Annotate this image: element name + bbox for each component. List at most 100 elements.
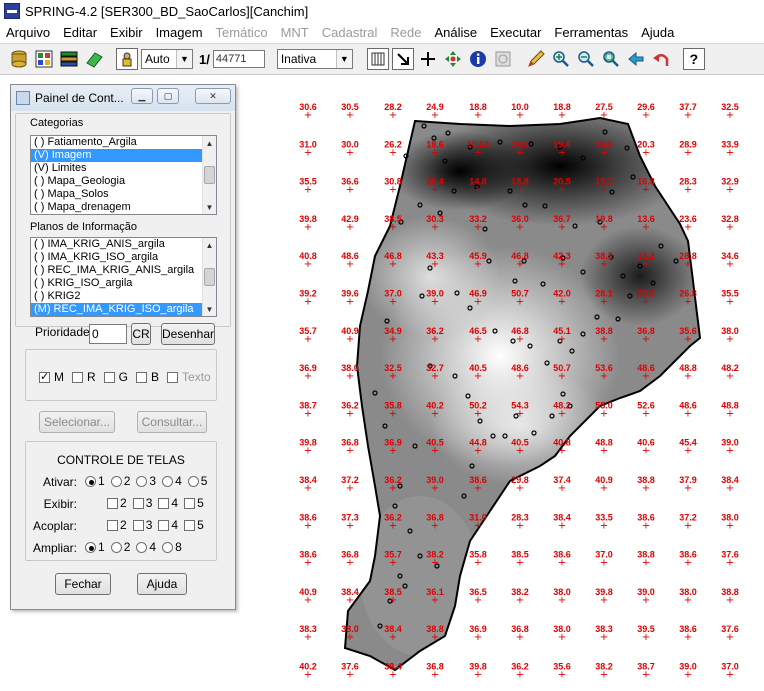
activate-option[interactable]: 5 [187,474,207,488]
checkbox[interactable] [132,497,144,509]
couple-option[interactable]: 4 [158,518,178,532]
undo-icon[interactable] [650,48,672,70]
cross-icon[interactable] [417,48,439,70]
category-item[interactable]: (V) Imagem [31,149,216,162]
checkbox[interactable] [184,497,196,509]
enlarge-option[interactable]: 2 [110,540,130,554]
channel-b-option[interactable]: B [136,370,159,384]
planes-scrollbar[interactable]: ▲ ▼ [202,238,216,316]
menu-executar[interactable]: Executar [484,25,548,40]
query-icon[interactable] [492,48,514,70]
checkbox[interactable] [107,497,118,509]
couple-option[interactable]: 2 [107,518,127,532]
radio-button[interactable] [110,541,122,553]
menu-imagem[interactable]: Imagem [150,25,210,40]
scroll-thumb[interactable] [204,268,215,286]
menu-arquivo[interactable]: Arquivo [0,25,57,40]
pan-icon[interactable] [442,48,464,70]
menu-editar[interactable]: Editar [57,25,104,40]
checkbox[interactable] [72,371,83,383]
priority-input[interactable]: 0 [89,324,127,344]
menu-cadastral[interactable]: Cadastral [316,25,385,40]
display-option[interactable]: 2 [107,496,127,510]
menu-an-lise[interactable]: Análise [428,25,484,40]
minimize-button[interactable]: ▁ [131,88,153,104]
display-option[interactable]: 5 [184,496,204,510]
back-icon[interactable] [625,48,647,70]
radio-button[interactable] [162,475,174,487]
scroll-thumb[interactable] [204,166,215,184]
enlarge-option[interactable]: 4 [136,540,156,554]
pencil-icon[interactable] [525,48,547,70]
grid-icon[interactable] [33,48,55,70]
display-option[interactable]: 3 [132,496,152,510]
activate-option[interactable]: 4 [162,474,182,488]
menu-ajuda[interactable]: Ajuda [635,25,681,40]
menu-mnt[interactable]: MNT [275,25,316,40]
activate-option[interactable]: 1 [85,474,105,488]
close-panel-button[interactable]: Fechar [55,573,111,595]
close-button[interactable]: ✕ [195,88,231,104]
radio-button[interactable] [110,475,122,487]
menu-exibir[interactable]: Exibir [104,25,150,40]
activate-option[interactable]: 3 [136,474,156,488]
menu-rede[interactable]: Rede [384,25,428,40]
planes-list[interactable]: ( ) IMA_KRIG_ANIS_argila( ) IMA_KRIG_ISO… [30,237,217,317]
activate-option[interactable]: 2 [110,474,130,488]
category-item[interactable]: ( ) Mapa_Geologia [31,175,216,188]
scale-field[interactable]: 44771 [212,50,265,68]
categories-list[interactable]: ( ) Fatiamento_Argila (V) Imagem (V) Limit… [30,135,217,215]
zoom-out-icon[interactable] [575,48,597,70]
couple-option[interactable]: 3 [132,518,152,532]
enlarge-option[interactable]: 1 [85,540,105,554]
enlarge-option[interactable]: 8 [162,540,182,554]
query-button[interactable]: Consultar... [137,411,207,433]
categories-scrollbar[interactable]: ▲ ▼ [202,136,216,214]
zoom-in-icon[interactable] [550,48,572,70]
checkbox[interactable] [39,370,50,383]
eraser-icon[interactable] [83,48,105,70]
draw-button[interactable]: Desenhar [161,323,215,345]
channel-texto-option[interactable]: Texto [167,370,211,384]
channel-r-option[interactable]: R [72,370,96,384]
checkbox[interactable] [132,519,144,531]
cr-button[interactable]: CR [131,323,151,345]
couple-option[interactable]: 5 [184,518,204,532]
menu-ferramentas[interactable]: Ferramentas [548,25,635,40]
select-button[interactable]: Selecionar... [39,411,115,433]
channel-g-option[interactable]: G [103,370,128,384]
checkbox[interactable] [103,371,115,383]
plane-item[interactable]: ( ) IMA_KRIG_ISO_argila [31,251,216,264]
scroll-up-icon[interactable]: ▲ [203,238,216,252]
radio-button[interactable] [187,475,199,487]
radio-button[interactable] [85,541,96,553]
scroll-down-icon[interactable]: ▼ [203,302,216,316]
user-select-icon[interactable] [116,48,138,70]
scroll-up-icon[interactable]: ▲ [203,136,216,150]
radio-button[interactable] [136,475,148,487]
radio-button[interactable] [136,541,148,553]
info-icon[interactable] [467,48,489,70]
plane-item[interactable]: (M) REC_IMA_KRIG_ISO_argila [31,303,216,316]
checkbox[interactable] [184,519,196,531]
category-item[interactable]: ( ) Mapa_Solos [31,188,216,201]
zoom-mode-select[interactable]: Auto ▼ [141,49,193,69]
plane-item[interactable]: ( ) REC_IMA_KRIG_ANIS_argila [31,264,216,277]
display-option[interactable]: 4 [158,496,178,510]
category-item[interactable]: ( ) Mapa_drenagem [31,201,216,214]
zoom-area-icon[interactable] [600,48,622,70]
plane-item[interactable]: ( ) IMA_KRIG_ANIS_argila [31,238,216,251]
scroll-down-icon[interactable]: ▼ [203,200,216,214]
checkbox[interactable] [167,371,179,383]
menu-tem-tico[interactable]: Temático [210,25,275,40]
layers-icon[interactable] [58,48,80,70]
draw-icon[interactable] [366,48,389,70]
radio-button[interactable] [85,475,96,487]
category-item[interactable]: (V) Limites [31,162,216,175]
category-item[interactable]: ( ) Fatiamento_Argila [31,136,216,149]
checkbox[interactable] [107,519,118,531]
channel-m-option[interactable]: M [39,370,64,384]
plane-item[interactable]: ( ) KRIG2 [31,290,216,303]
maximize-button[interactable]: ▢ [157,88,179,104]
checkbox[interactable] [158,519,170,531]
